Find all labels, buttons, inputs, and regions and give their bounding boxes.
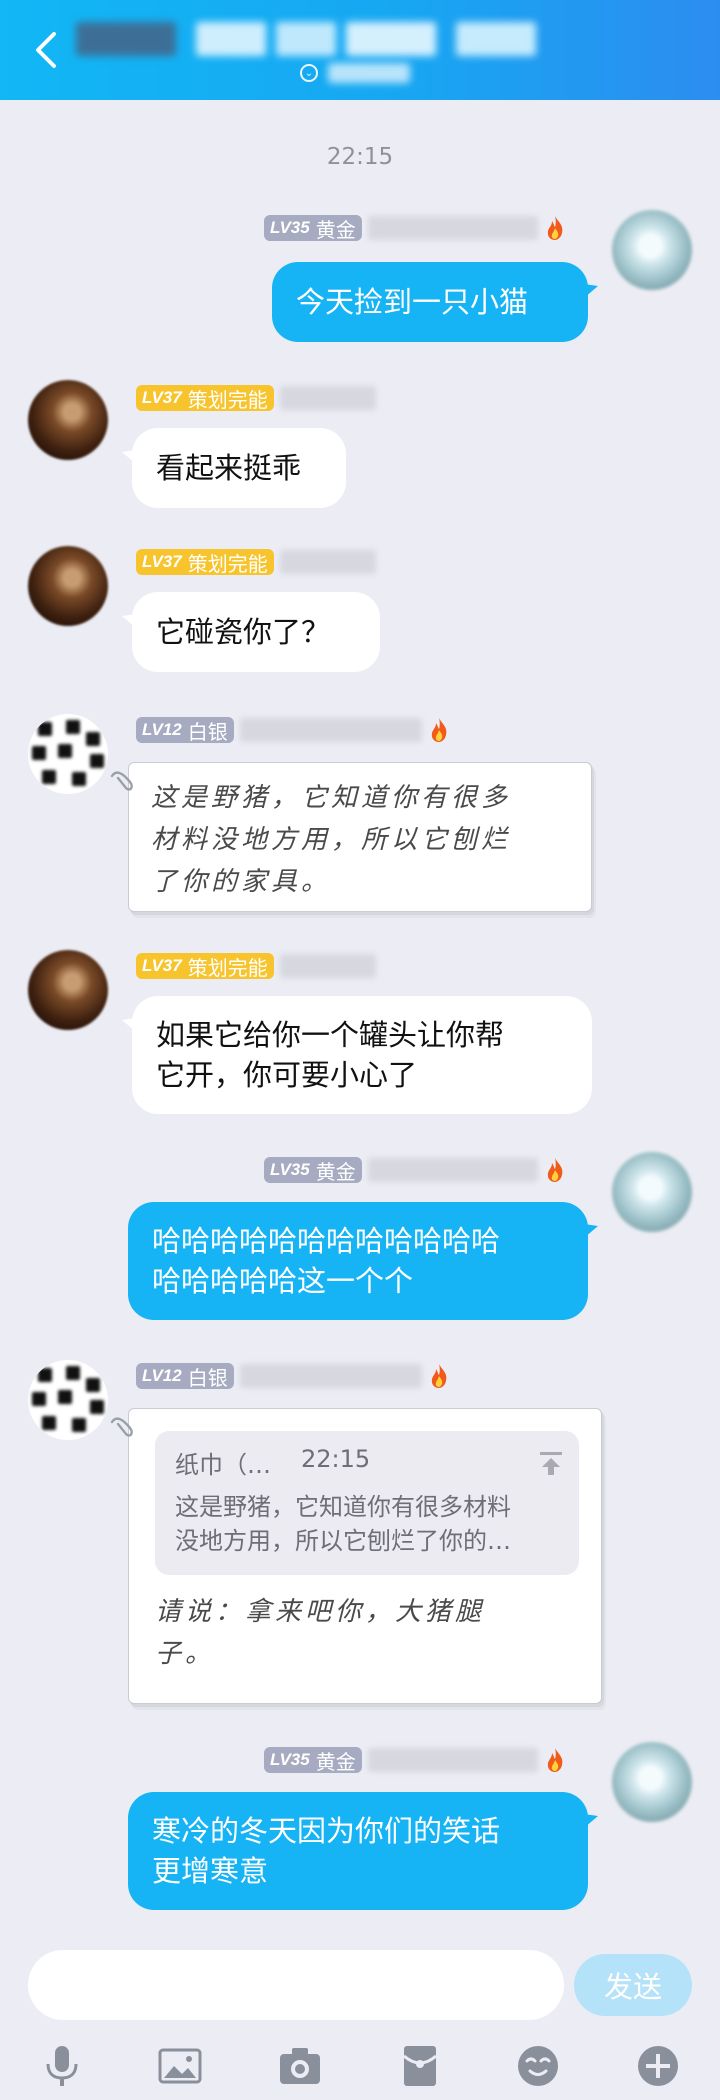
- avatar[interactable]: [612, 210, 692, 290]
- message-timestamp: 22:15: [326, 144, 394, 170]
- message-paper-bubble[interactable]: 这是野猪，它知道你有很多 材料没地方用，所以它刨烂 了你的家具。: [128, 762, 592, 912]
- composer-toolbar: [0, 2042, 720, 2092]
- avatar[interactable]: [28, 950, 108, 1030]
- chat-title-redacted[interactable]: [76, 22, 556, 56]
- sender-name-redacted: [239, 718, 422, 742]
- level-badge: LV37 策划完能: [136, 549, 274, 575]
- plus-icon[interactable]: [634, 2042, 682, 2090]
- sender-name-redacted: [279, 550, 376, 574]
- sender-info: LV12 白银: [136, 1362, 450, 1390]
- composer: 发送: [0, 1930, 720, 2100]
- chevron-down-circle-icon: ⌄: [300, 64, 318, 82]
- avatar[interactable]: [28, 1360, 108, 1440]
- chevron-left-icon[interactable]: [26, 28, 70, 72]
- level-badge: LV35 黄金: [264, 1747, 362, 1773]
- fire-icon: [547, 1748, 563, 1772]
- red-packet-icon[interactable]: [396, 2042, 444, 2090]
- sender-info: LV12 白银: [136, 716, 450, 744]
- jump-to-top-icon[interactable]: [537, 1449, 565, 1477]
- message-bubble[interactable]: 寒冷的冬天因为你们的笑话 更增寒意: [128, 1792, 598, 1910]
- message-paper-bubble[interactable]: 纸巾（… 22:15 这是野猪，它知道你有很多材料 没地方用，所以它刨烂了你的……: [128, 1408, 602, 1704]
- sender-info: LV37 策划完能: [136, 548, 376, 576]
- camera-icon[interactable]: [276, 2042, 324, 2090]
- message-bubble[interactable]: 它碰瓷你了？: [122, 592, 380, 672]
- sender-name-redacted: [367, 1158, 538, 1182]
- level-badge: LV12 白银: [136, 1363, 234, 1389]
- image-icon[interactable]: [156, 2042, 204, 2090]
- level-badge: LV35 黄金: [264, 1157, 362, 1183]
- avatar[interactable]: [28, 714, 108, 794]
- sender-info: LV35 黄金: [264, 214, 566, 242]
- microphone-icon[interactable]: [38, 2042, 86, 2090]
- fire-icon: [431, 718, 447, 742]
- level-badge: LV35 黄金: [264, 215, 362, 241]
- avatar[interactable]: [612, 1742, 692, 1822]
- sender-info: LV37 策划完能: [136, 384, 376, 412]
- message-input[interactable]: [28, 1950, 564, 2020]
- avatar[interactable]: [28, 546, 108, 626]
- sender-name-redacted: [279, 386, 376, 410]
- avatar[interactable]: [28, 380, 108, 460]
- emoji-icon[interactable]: [514, 2042, 562, 2090]
- quoted-time: 22:15: [301, 1445, 371, 1473]
- message-bubble[interactable]: 看起来挺乖: [122, 428, 346, 508]
- level-badge: LV37 策划完能: [136, 953, 274, 979]
- fire-icon: [547, 216, 563, 240]
- chat-subtitle[interactable]: ⌄: [300, 60, 410, 86]
- chat-header: ⌄: [0, 0, 720, 100]
- sender-name-redacted: [367, 1748, 538, 1772]
- send-button[interactable]: 发送: [574, 1954, 692, 2016]
- sender-name-redacted: [367, 216, 538, 240]
- message-bubble[interactable]: 今天捡到一只小猫: [272, 262, 598, 342]
- sender-info: LV37 策划完能: [136, 952, 376, 980]
- paperclip-icon: [110, 771, 133, 791]
- level-badge: LV12 白银: [136, 717, 234, 743]
- message-bubble[interactable]: 哈哈哈哈哈哈哈哈哈哈哈哈 哈哈哈哈哈这一个个: [128, 1202, 598, 1320]
- paperclip-icon: [110, 1417, 133, 1437]
- avatar[interactable]: [612, 1152, 692, 1232]
- sender-name-redacted: [239, 1364, 422, 1388]
- fire-icon: [431, 1364, 447, 1388]
- sender-info: LV35 黄金: [264, 1156, 566, 1184]
- sender-name-redacted: [279, 954, 376, 978]
- message-bubble[interactable]: 如果它给你一个罐头让你帮 它开，你可要小心了: [122, 996, 592, 1114]
- quoted-message[interactable]: 纸巾（… 22:15 这是野猪，它知道你有很多材料 没地方用，所以它刨烂了你的…: [155, 1431, 579, 1575]
- quoted-sender: 纸巾（…: [175, 1451, 271, 1479]
- sender-info: LV35 黄金: [264, 1746, 566, 1774]
- fire-icon: [547, 1158, 563, 1182]
- level-badge: LV37 策划完能: [136, 385, 274, 411]
